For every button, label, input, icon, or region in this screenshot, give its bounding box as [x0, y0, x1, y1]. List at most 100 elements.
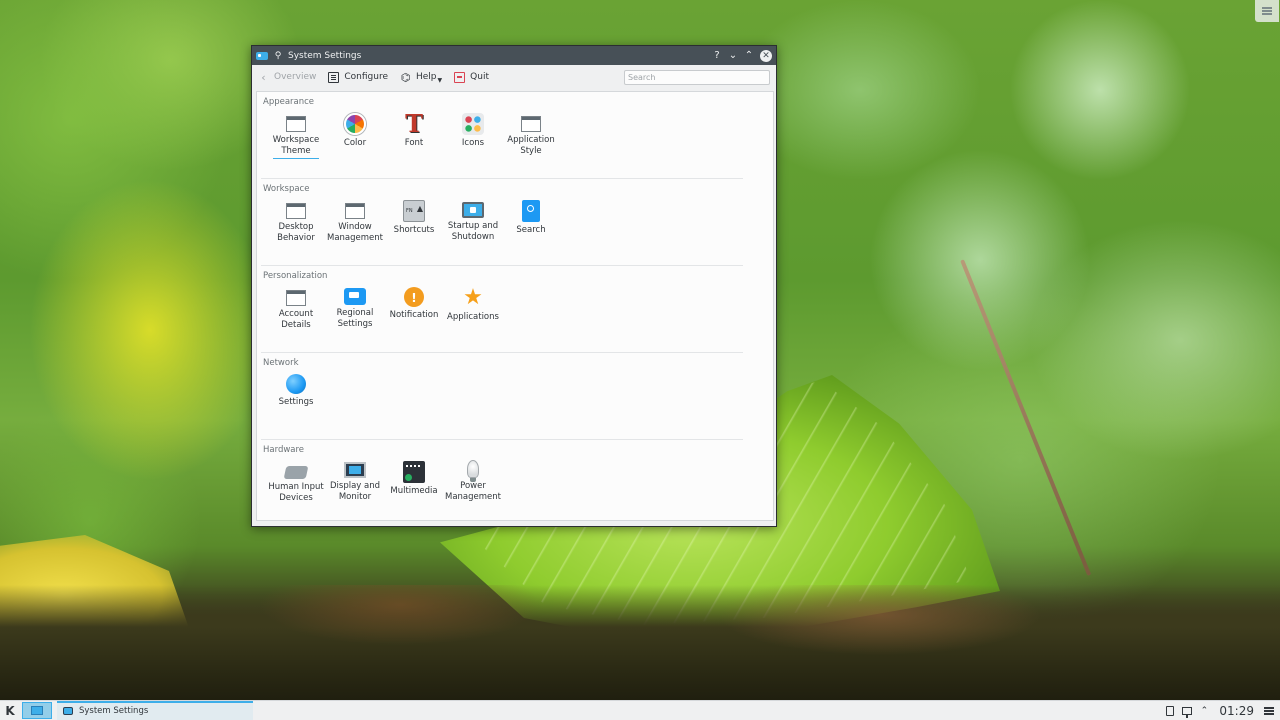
category-title: Hardware: [263, 445, 305, 455]
maximize-button[interactable]: ⌃: [742, 49, 756, 63]
module-label: Icons: [461, 138, 485, 148]
quit-label: Quit: [470, 72, 489, 82]
dropdown-arrow-icon: ▼: [437, 77, 443, 84]
module-icons[interactable]: Icons: [444, 110, 502, 149]
quit-icon: [454, 71, 466, 83]
window-titlebar[interactable]: ⚲ System Settings ? ⌄ ⌃ ✕: [252, 46, 776, 65]
module-color[interactable]: Color: [326, 110, 384, 149]
star-icon: ★: [463, 285, 483, 310]
help-button[interactable]: ?: [710, 49, 724, 63]
color-wheel-icon: [344, 113, 366, 135]
monitor-icon: [462, 202, 484, 218]
module-power-management[interactable]: Power Management: [444, 458, 502, 503]
module-application-style[interactable]: Application Style: [502, 110, 560, 157]
panel-menu-icon[interactable]: [1264, 709, 1274, 712]
module-label: Display and Monitor: [329, 481, 381, 502]
module-startup-shutdown[interactable]: Startup and Shutdown: [444, 197, 502, 243]
module-label: Application Style: [507, 135, 555, 156]
category-appearance: Appearance Workspace Theme Color T Font …: [257, 92, 773, 179]
module-label: Notification: [389, 310, 439, 320]
task-label: System Settings: [79, 705, 149, 716]
pin-icon[interactable]: ⚲: [274, 51, 282, 61]
search-icon: [522, 200, 540, 222]
module-display-monitor[interactable]: Display and Monitor: [326, 458, 384, 503]
close-button[interactable]: ✕: [760, 49, 772, 62]
module-applications[interactable]: ★ Applications: [444, 284, 502, 323]
minimize-button[interactable]: ⌄: [726, 49, 740, 63]
system-settings-window: ⚲ System Settings ? ⌄ ⌃ ✕ ‹ Overview Con…: [251, 45, 777, 527]
application-launcher-button[interactable]: K: [1, 702, 19, 720]
category-network: Network Settings: [257, 353, 773, 440]
module-account-details[interactable]: Account Details: [267, 284, 325, 331]
app-window-icon: [63, 706, 73, 715]
clipboard-icon: [1166, 705, 1175, 716]
window-icon: [286, 203, 306, 219]
network-tray-button[interactable]: [1180, 704, 1194, 718]
network-icon: [1182, 706, 1193, 718]
category-title: Appearance: [263, 97, 315, 107]
clipboard-tray-button[interactable]: [1163, 704, 1177, 718]
notification-icon: !: [404, 287, 424, 307]
category-title: Workspace: [263, 184, 310, 194]
module-desktop-behavior[interactable]: Desktop Behavior: [267, 197, 325, 244]
wallpaper-twig: [960, 259, 1092, 576]
module-search[interactable]: Search: [502, 197, 560, 236]
module-label: Power Management: [445, 481, 501, 502]
category-workspace: Workspace Desktop Behavior Window Manage…: [257, 179, 773, 266]
window-icon: [286, 290, 306, 306]
module-regional-settings[interactable]: Regional Settings: [326, 284, 384, 330]
overview-button[interactable]: ‹ Overview: [258, 70, 317, 84]
search-input[interactable]: [624, 69, 770, 85]
configure-icon: [328, 71, 340, 83]
clock[interactable]: 01:29: [1219, 704, 1254, 718]
lightbulb-icon: [467, 460, 479, 482]
taskbar: K System Settings ⌃ 01:29: [0, 700, 1280, 720]
font-icon: T: [405, 109, 423, 138]
virtual-desktop-pager[interactable]: [22, 702, 52, 719]
chevron-up-icon: ⌃: [1200, 705, 1209, 716]
keyboard-key-icon: FN: [403, 199, 425, 222]
hamburger-icon: [1262, 10, 1272, 12]
module-label: Human Input Devices: [268, 482, 324, 503]
category-personalization: Personalization Account Details Regional…: [257, 266, 773, 353]
module-font[interactable]: T Font: [385, 110, 443, 149]
module-label: Applications: [447, 312, 499, 322]
tray-expand-button[interactable]: ⌃: [1197, 704, 1211, 718]
toolbar: ‹ Overview Configure ⌬ Help ▼ Quit: [252, 65, 776, 89]
module-label: Regional Settings: [336, 308, 374, 329]
category-title: Personalization: [263, 271, 328, 281]
window-icon: [345, 203, 365, 219]
module-window-management[interactable]: Window Management: [326, 197, 384, 244]
module-label: Color: [343, 138, 367, 148]
module-label: Settings: [278, 397, 314, 407]
quit-button[interactable]: Quit: [454, 71, 489, 83]
chat-bubble-icon: [344, 288, 366, 305]
window-title: System Settings: [288, 50, 362, 61]
help-menu-button[interactable]: ⌬ Help ▼: [400, 70, 443, 85]
taskbar-task-system-settings[interactable]: System Settings: [57, 700, 253, 720]
kde-logo-icon: K: [5, 703, 15, 718]
module-multimedia[interactable]: Multimedia: [385, 458, 443, 497]
module-network-settings[interactable]: Settings: [267, 371, 325, 408]
module-notification[interactable]: ! Notification: [385, 284, 443, 321]
icons-icon: [462, 113, 484, 135]
module-label: Multimedia: [390, 486, 438, 496]
category-hardware: Hardware Human Input Devices Display and…: [257, 440, 773, 520]
category-title: Network: [263, 358, 299, 368]
module-label: Font: [404, 138, 424, 148]
app-window-icon[interactable]: [256, 51, 268, 60]
keyboard-icon: [283, 466, 309, 479]
module-workspace-theme[interactable]: Workspace Theme: [267, 110, 325, 159]
window-icon: [521, 116, 541, 132]
help-icon: ⌬: [400, 70, 411, 84]
module-label: Desktop Behavior: [277, 222, 315, 243]
module-label: Search: [516, 225, 546, 235]
module-human-input-devices[interactable]: Human Input Devices: [267, 458, 325, 504]
configure-button[interactable]: Configure: [328, 71, 388, 83]
pager-window-icon: [31, 706, 43, 715]
module-shortcuts[interactable]: FN Shortcuts: [385, 197, 443, 236]
back-arrow-icon: ‹: [261, 70, 266, 84]
desktop-toolbox-button[interactable]: [1255, 0, 1279, 22]
overview-label: Overview: [274, 72, 317, 82]
module-label: Startup and Shutdown: [447, 221, 499, 242]
